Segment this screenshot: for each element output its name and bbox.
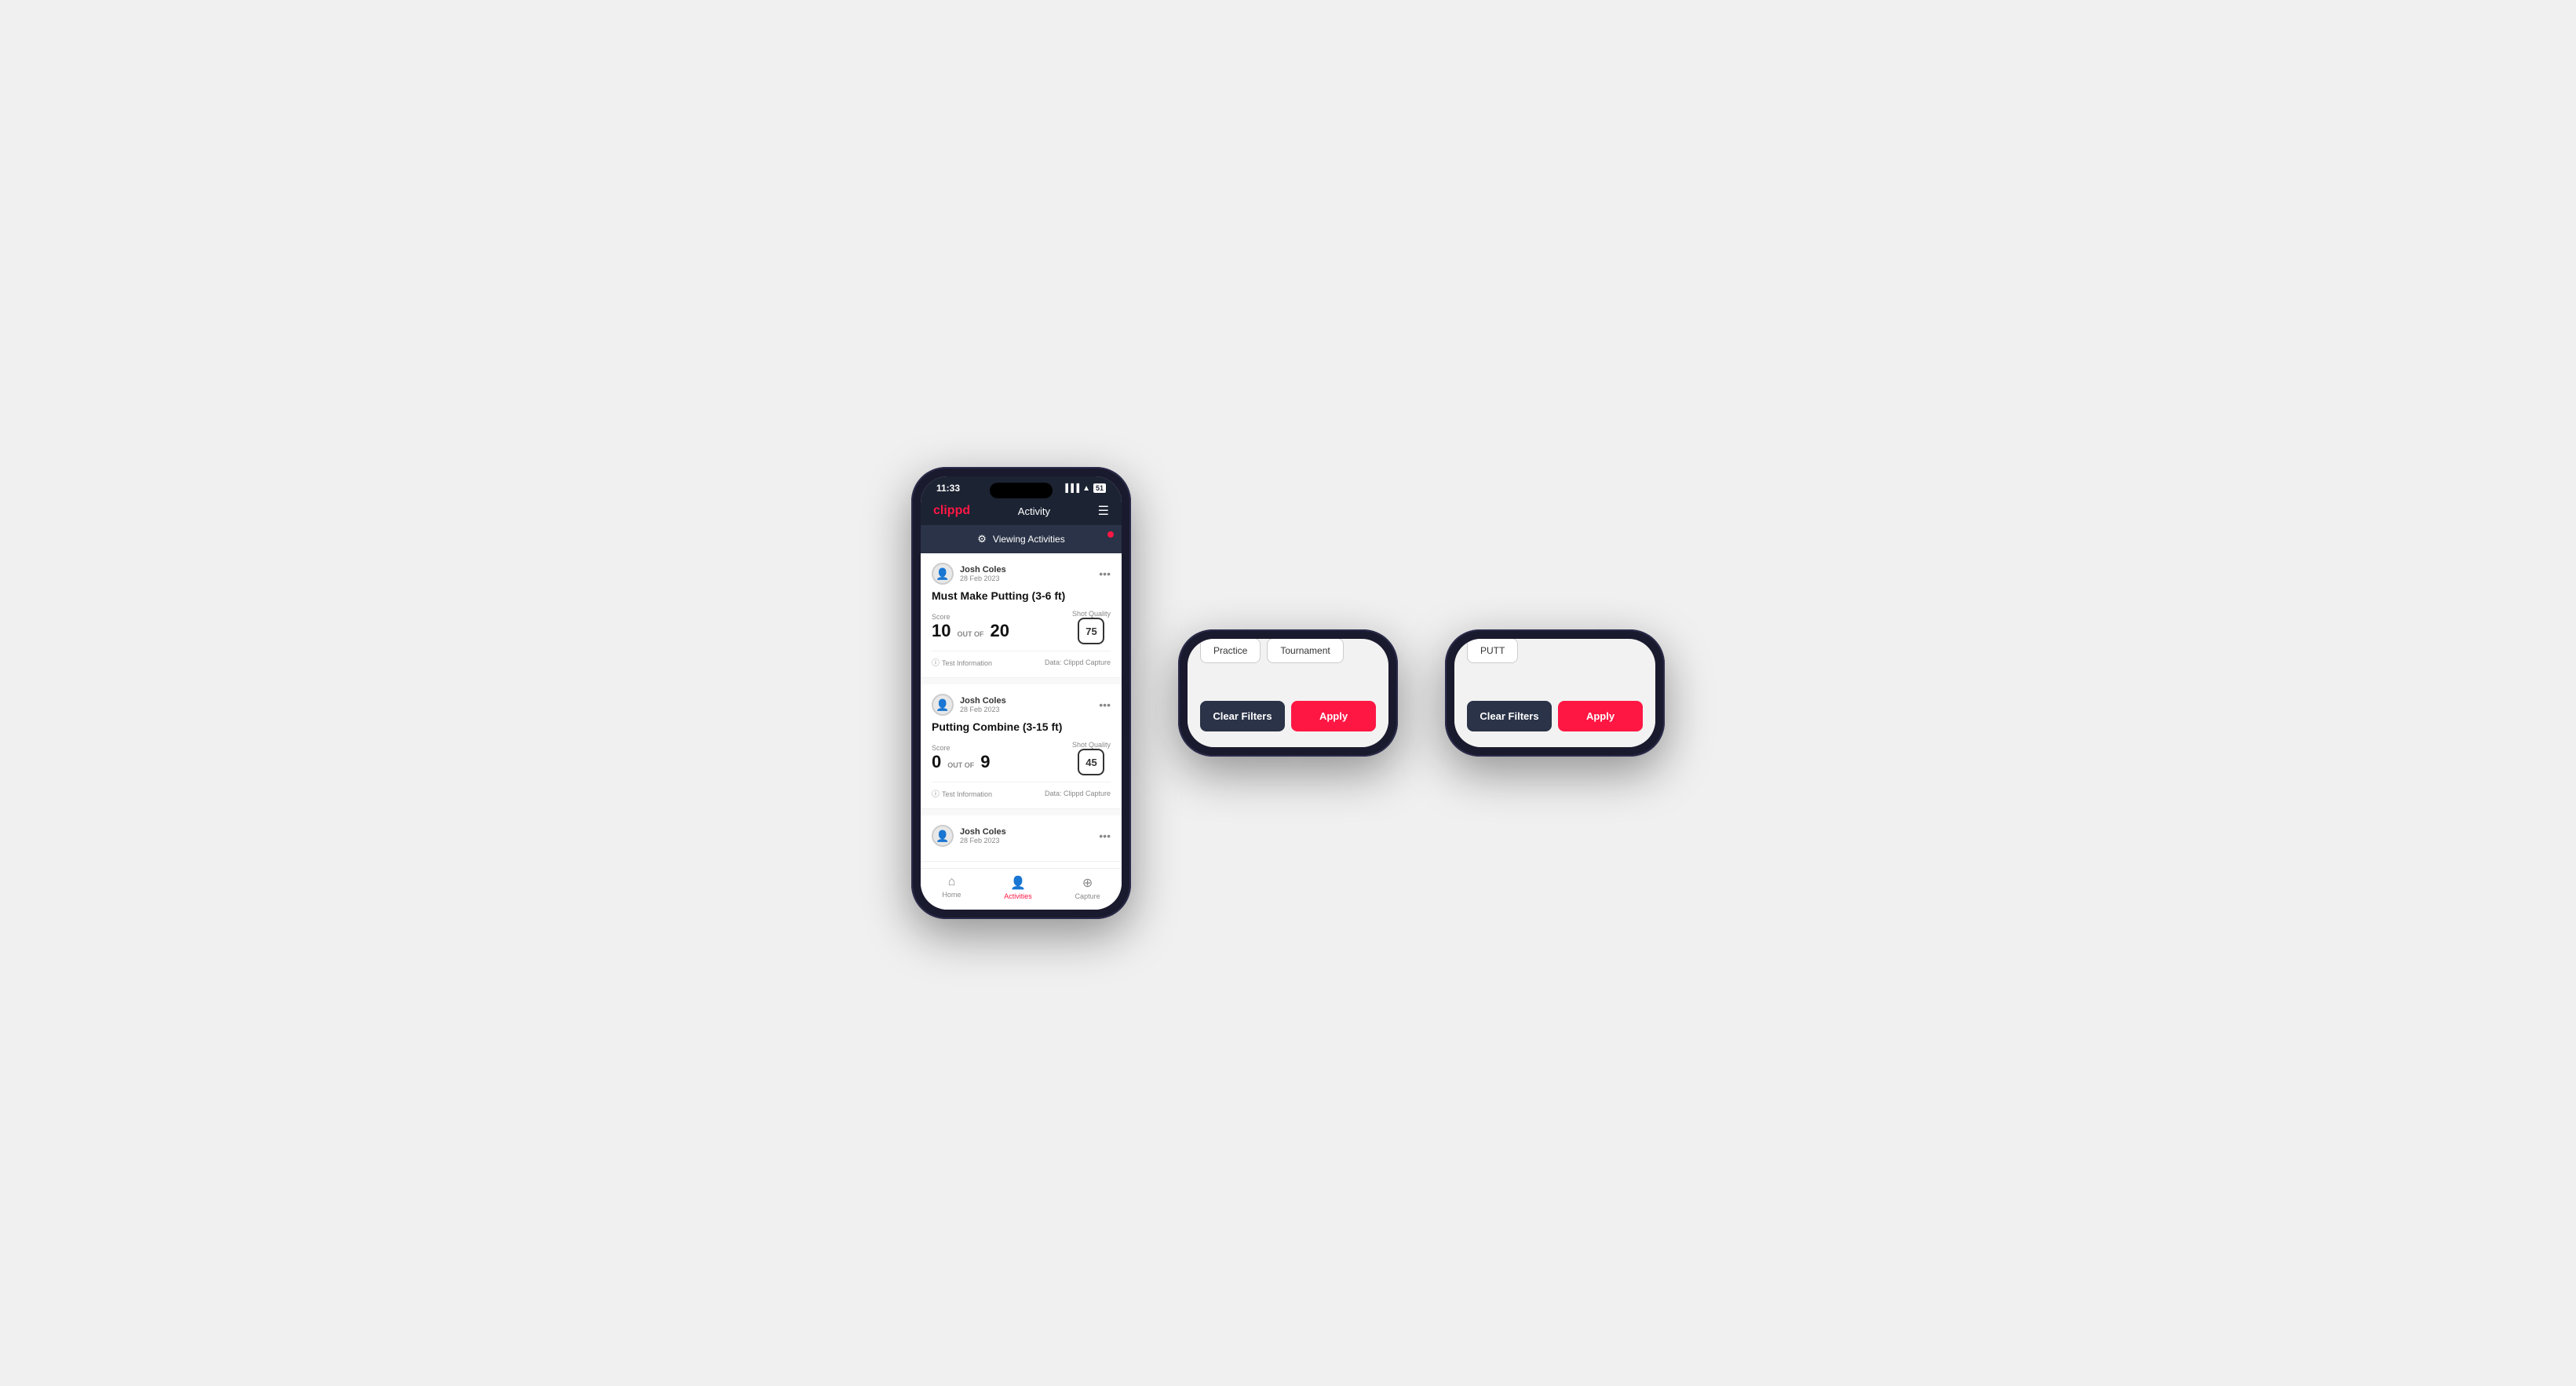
tab-capture-label-1: Capture (1075, 892, 1100, 900)
footer-info-1: ⓘTest Information (932, 656, 992, 668)
activity-item-3: 👤 Josh Coles 28 Feb 2023 ••• (921, 815, 1122, 862)
outof-value-1: 20 (990, 621, 1009, 641)
phone-1: 11:33 ▐▐▐ ▲ 51 clippd Activity ☰ ⚙ Viewi… (911, 467, 1131, 919)
notification-dot-1 (1107, 531, 1114, 538)
activity-footer-2: ⓘTest Information Data: Clippd Capture (932, 782, 1111, 799)
filter-icon-1: ⚙ (977, 533, 987, 545)
footer-data-2: Data: Clippd Capture (1045, 790, 1111, 797)
tab-activities-1[interactable]: 👤 Activities (1004, 875, 1032, 900)
activity-header-1: 👤 Josh Coles 28 Feb 2023 ••• (932, 563, 1111, 585)
activity-footer-1: ⓘTest Information Data: Clippd Capture (932, 651, 1111, 668)
dynamic-island (990, 483, 1053, 498)
wifi-icon: ▲ (1082, 484, 1090, 493)
outof-value-2: 9 (980, 752, 990, 772)
phone-3: 11:33 ▐▐▐ ▲ 51 clippd Activity ☰ ⚙ Viewi… (1445, 629, 1665, 757)
modal-overlay-2: Filter ✕ Show Rounds Practice Drills Rou… (1188, 639, 1388, 747)
screenshot-container: 11:33 ▐▐▐ ▲ 51 clippd Activity ☰ ⚙ Viewi… (864, 420, 1712, 966)
footer-data-1: Data: Clippd Capture (1045, 658, 1111, 666)
nav-title-1: Activity (1018, 505, 1050, 517)
status-time-1: 11:33 (936, 483, 960, 494)
more-options-1[interactable]: ••• (1099, 567, 1111, 580)
activity-item-2: 👤 Josh Coles 28 Feb 2023 ••• Putting Com… (921, 684, 1122, 809)
modal-footer-3: Clear Filters Apply (1454, 701, 1655, 731)
user-info-2: 👤 Josh Coles 28 Feb 2023 (932, 694, 1006, 716)
phone-2-screen: 11:33 ▐▐▐ ▲ 51 clippd Activity ☰ ⚙ Viewi… (1188, 639, 1388, 747)
phone-2: 11:33 ▐▐▐ ▲ 51 clippd Activity ☰ ⚙ Viewi… (1178, 629, 1398, 757)
activity-header-3: 👤 Josh Coles 28 Feb 2023 ••• (932, 825, 1111, 847)
activity-title-2: Putting Combine (3-15 ft) (932, 720, 1111, 733)
score-section-2: Score 0 OUT OF 9 (932, 744, 991, 772)
footer-info-2: ⓘTest Information (932, 787, 992, 799)
activity-header-2: 👤 Josh Coles 28 Feb 2023 ••• (932, 694, 1111, 716)
tab-home-label-1: Home (942, 891, 961, 899)
user-date-2: 28 Feb 2023 (960, 706, 1006, 713)
putt-btn-3[interactable]: PUTT (1467, 639, 1518, 663)
tab-activities-label-1: Activities (1004, 892, 1032, 900)
outof-label-1: OUT OF (957, 630, 983, 638)
user-details-3: Josh Coles 28 Feb 2023 (960, 827, 1006, 844)
more-options-3[interactable]: ••• (1099, 830, 1111, 842)
quality-badge-2: 45 (1078, 749, 1104, 775)
capture-icon-1: ⊕ (1082, 875, 1093, 891)
quality-badge-1: 75 (1078, 618, 1104, 644)
activity-list-1: 👤 Josh Coles 28 Feb 2023 ••• Must Make P… (921, 553, 1122, 862)
score-value-2: 0 (932, 752, 941, 772)
modal-overlay-3: Filter ✕ Show Rounds Practice Drills Pra… (1454, 639, 1655, 747)
tournament-rounds-btn-2[interactable]: Tournament (1267, 639, 1343, 663)
phone-1-screen: 11:33 ▐▐▐ ▲ 51 clippd Activity ☰ ⚙ Viewi… (921, 476, 1122, 910)
activity-item-1: 👤 Josh Coles 28 Feb 2023 ••• Must Make P… (921, 553, 1122, 678)
nav-bar-1: clippd Activity ☰ (921, 497, 1122, 525)
phone-3-screen: 11:33 ▐▐▐ ▲ 51 clippd Activity ☰ ⚙ Viewi… (1454, 639, 1655, 747)
tab-capture-1[interactable]: ⊕ Capture (1075, 875, 1100, 900)
status-icons-1: ▐▐▐ ▲ 51 (1063, 483, 1106, 493)
user-details-1: Josh Coles 28 Feb 2023 (960, 565, 1006, 582)
clear-filters-btn-3[interactable]: Clear Filters (1467, 701, 1552, 731)
activities-icon-1: 👤 (1010, 875, 1026, 891)
avatar-1: 👤 (932, 563, 954, 585)
tab-home-1[interactable]: ⌂ Home (942, 875, 961, 900)
clippd-logo-1: clippd (933, 504, 970, 518)
modal-footer-2: Clear Filters Apply (1188, 701, 1388, 731)
practice-rounds-btn-2[interactable]: Practice (1200, 639, 1261, 663)
more-options-2[interactable]: ••• (1099, 698, 1111, 711)
user-date-1: 28 Feb 2023 (960, 574, 1006, 582)
modal-body-3: Show Rounds Practice Drills Practice Dri… (1454, 639, 1655, 688)
signal-icon: ▐▐▐ (1063, 484, 1079, 493)
score-section-1: Score 10 OUT OF 20 (932, 613, 1009, 641)
outof-label-2: OUT OF (947, 761, 974, 769)
user-name-3: Josh Coles (960, 827, 1006, 837)
menu-icon-1[interactable]: ☰ (1098, 503, 1109, 519)
activity-title-1: Must Make Putting (3-6 ft) (932, 589, 1111, 602)
home-icon-1: ⌂ (948, 875, 956, 889)
user-details-2: Josh Coles 28 Feb 2023 (960, 696, 1006, 713)
user-info-3: 👤 Josh Coles 28 Feb 2023 (932, 825, 1006, 847)
stats-row-2: Score 0 OUT OF 9 Shot Quality 45 (932, 741, 1111, 775)
avatar-2: 👤 (932, 694, 954, 716)
filter-sheet-3: Filter ✕ Show Rounds Practice Drills Pra… (1454, 639, 1655, 747)
apply-btn-2[interactable]: Apply (1291, 701, 1376, 731)
clear-filters-btn-2[interactable]: Clear Filters (1200, 701, 1285, 731)
stats-row-1: Score 10 OUT OF 20 Shot Quality 75 (932, 610, 1111, 644)
rounds-filter-buttons-2: Practice Tournament (1200, 639, 1376, 663)
score-value-1: 10 (932, 621, 950, 641)
user-date-3: 28 Feb 2023 (960, 837, 1006, 844)
apply-btn-3[interactable]: Apply (1558, 701, 1643, 731)
user-name-2: Josh Coles (960, 696, 1006, 706)
modal-body-2: Show Rounds Practice Drills Rounds Pract… (1188, 639, 1388, 688)
user-name-1: Josh Coles (960, 565, 1006, 574)
avatar-3: 👤 (932, 825, 954, 847)
shot-quality-1: Shot Quality 75 (1072, 610, 1111, 644)
filter-sheet-2: Filter ✕ Show Rounds Practice Drills Rou… (1188, 639, 1388, 747)
user-info-1: 👤 Josh Coles 28 Feb 2023 (932, 563, 1006, 585)
drills-filter-buttons-3: OTT APP ARG PUTT (1467, 639, 1643, 663)
shot-quality-2: Shot Quality 45 (1072, 741, 1111, 775)
viewing-activities-label-1: Viewing Activities (993, 534, 1065, 545)
viewing-bar-1[interactable]: ⚙ Viewing Activities (921, 525, 1122, 553)
tab-bar-1: ⌂ Home 👤 Activities ⊕ Capture (921, 868, 1122, 910)
battery-icon: 51 (1093, 483, 1106, 493)
